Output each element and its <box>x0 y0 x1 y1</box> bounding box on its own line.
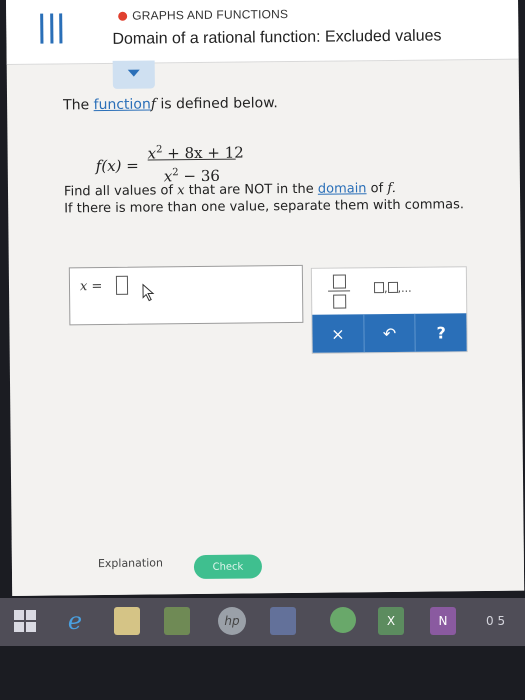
check-button[interactable]: Check <box>193 554 263 580</box>
answer-slot[interactable] <box>115 275 129 295</box>
instruction-line-2: If there is more than one value, separat… <box>64 197 465 217</box>
math-keypad: ,,... × ↶ ? <box>310 266 468 354</box>
windows-start-icon[interactable] <box>14 610 36 632</box>
excel-icon[interactable]: X <box>378 607 404 635</box>
keypad-actions: × ↶ ? <box>312 313 467 353</box>
instructions: Find all values of x that are NOT in the… <box>64 179 464 217</box>
footer-bar <box>11 534 525 596</box>
undo-button[interactable]: ↶ <box>363 313 417 353</box>
internet-explorer-icon[interactable]: e <box>62 607 88 635</box>
equation-lhs: f(x) = <box>95 156 139 176</box>
hp-icon[interactable]: hp <box>218 607 246 635</box>
equation-fraction: x2 + 8x + 12 x2 − 36 <box>147 135 244 186</box>
mouse-cursor-icon <box>142 283 155 302</box>
problem-intro: The functionf is defined below. <box>63 95 278 114</box>
numerator: x2 + 8x + 12 <box>147 143 244 163</box>
header-bar: GRAPHS AND FUNCTIONS Domain of a rationa… <box>6 0 519 65</box>
answer-label: x = <box>79 279 103 295</box>
function-link[interactable]: function <box>94 96 151 113</box>
collapse-toggle-button[interactable] <box>112 60 155 89</box>
clear-button[interactable]: × <box>312 314 365 353</box>
system-tray: 0 5 <box>486 614 506 628</box>
topic-status-icon <box>118 11 128 21</box>
topic-label: GRAPHS AND FUNCTIONS <box>118 7 288 23</box>
answer-input[interactable]: x = <box>68 264 304 326</box>
os-taskbar: e hp X N 0 5 <box>0 598 525 646</box>
explanation-button[interactable]: Explanation <box>98 556 163 570</box>
list-key[interactable]: ,,... <box>373 282 412 295</box>
page-title: Domain of a rational function: Excluded … <box>112 27 442 48</box>
fraction-key[interactable] <box>328 274 351 310</box>
app-screen: GRAPHS AND FUNCTIONS Domain of a rationa… <box>6 0 525 596</box>
file-explorer-icon[interactable] <box>114 607 140 635</box>
domain-link[interactable]: domain <box>318 181 367 197</box>
menu-icon[interactable] <box>34 13 68 44</box>
help-button[interactable]: ? <box>416 313 467 352</box>
onenote-icon[interactable]: N <box>430 607 456 635</box>
chevron-down-icon <box>127 69 140 77</box>
store-icon[interactable] <box>164 607 190 635</box>
chrome-icon[interactable] <box>330 607 356 633</box>
photos-icon[interactable] <box>270 607 296 635</box>
